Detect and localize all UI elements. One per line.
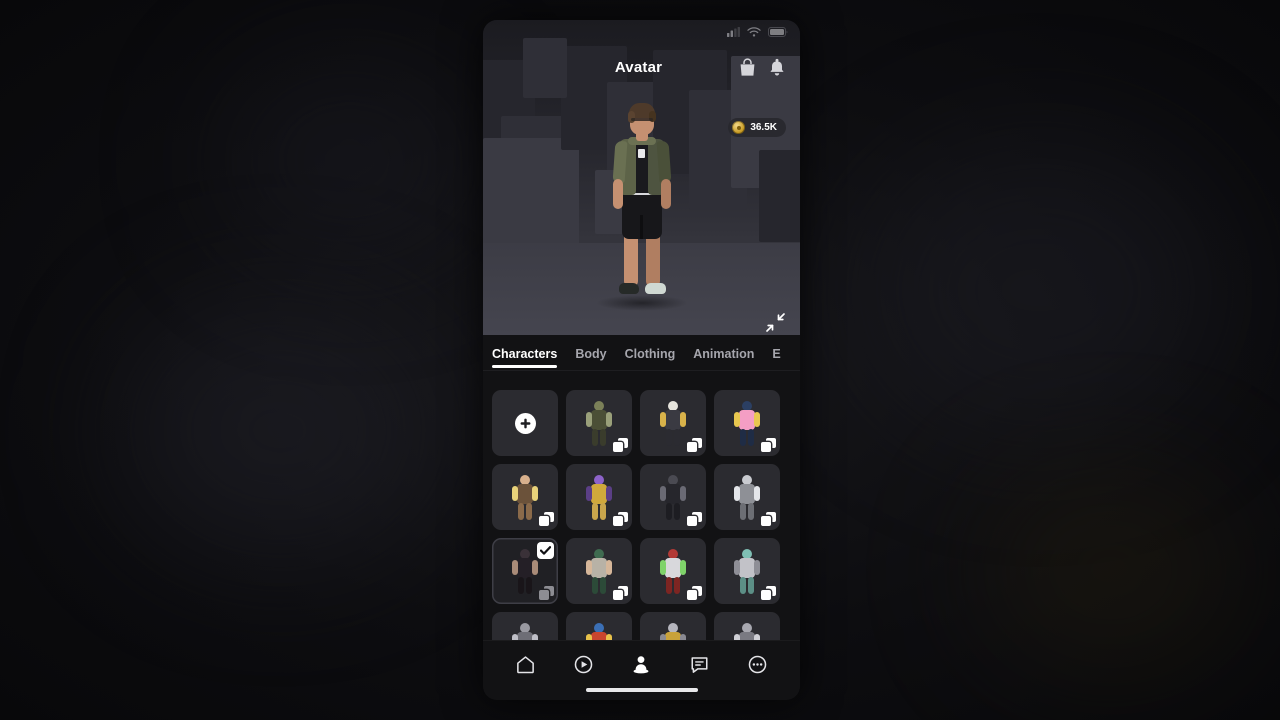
character-tile[interactable]: [566, 464, 632, 530]
page-title: Avatar: [614, 58, 663, 76]
tab-body[interactable]: Body: [575, 347, 606, 370]
home-icon: [517, 656, 535, 674]
notifications-button[interactable]: [768, 57, 786, 77]
character-tile[interactable]: [640, 538, 706, 604]
tab-characters[interactable]: Characters: [492, 347, 558, 370]
duplicate-icon[interactable]: [613, 512, 628, 526]
backdrop-glow: [980, 470, 1240, 670]
character-grid: [483, 372, 800, 655]
play-circle-icon: [574, 655, 593, 674]
backdrop-glow: [860, 140, 1220, 440]
backdrop-glow: [120, 300, 440, 560]
character-tile[interactable]: [714, 464, 780, 530]
add-character-button[interactable]: [492, 390, 558, 456]
chat-message-icon: [691, 657, 708, 673]
category-tabs: Characters Body Clothing Animation E: [483, 335, 800, 371]
duplicate-icon[interactable]: [687, 512, 702, 526]
character-tile[interactable]: [566, 538, 632, 604]
character-tile[interactable]: [566, 390, 632, 456]
currency-amount: 36.5K: [750, 122, 777, 133]
duplicate-icon[interactable]: [687, 438, 702, 452]
duplicate-icon[interactable]: [687, 586, 702, 600]
currency-badge[interactable]: 36.5K: [728, 118, 786, 137]
nav-more[interactable]: [742, 650, 772, 680]
duplicate-icon[interactable]: [613, 438, 628, 452]
character-tile[interactable]: [492, 464, 558, 530]
character-tile[interactable]: [640, 464, 706, 530]
collapse-fullscreen-button[interactable]: [762, 309, 788, 335]
character-tile[interactable]: [714, 390, 780, 456]
tab-emotes[interactable]: E: [772, 347, 780, 370]
bell-icon: [770, 58, 784, 75]
phone-screen: Avatar 36.5K Characters Body Clothing An…: [483, 20, 800, 700]
duplicate-icon[interactable]: [761, 512, 776, 526]
shop-button[interactable]: [738, 57, 756, 77]
character-tile[interactable]: [492, 538, 558, 604]
screenshot-stage: Avatar 36.5K Characters Body Clothing An…: [0, 0, 1280, 720]
nav-play[interactable]: [569, 650, 599, 680]
nav-chat[interactable]: [684, 650, 714, 680]
wifi-icon: [747, 27, 761, 37]
plus-icon: [514, 412, 536, 434]
checkmark-icon[interactable]: [537, 542, 554, 559]
tab-clothing[interactable]: Clothing: [625, 347, 676, 370]
backdrop-glow: [220, 60, 480, 260]
tab-animation[interactable]: Animation: [693, 347, 754, 370]
duplicate-icon[interactable]: [539, 512, 554, 526]
status-bar: [483, 20, 800, 44]
shopping-bag-icon: [740, 57, 754, 76]
battery-icon: [768, 27, 788, 37]
collapse-fullscreen-icon: [766, 313, 785, 332]
duplicate-icon[interactable]: [539, 586, 554, 600]
nav-avatar[interactable]: [626, 650, 656, 680]
home-indicator: [585, 688, 698, 692]
nav-home[interactable]: [511, 650, 541, 680]
header-bar: Avatar: [483, 44, 800, 90]
scene-block: [759, 150, 800, 242]
coin-icon: [732, 121, 746, 134]
duplicate-icon[interactable]: [761, 586, 776, 600]
avatar-figure[interactable]: [606, 97, 678, 317]
character-tile[interactable]: [640, 390, 706, 456]
character-grid-scroll[interactable]: [483, 372, 800, 655]
duplicate-icon[interactable]: [613, 586, 628, 600]
cellular-signal-icon: [727, 27, 740, 37]
avatar-person-icon: [634, 655, 649, 673]
more-dots-icon: [748, 655, 766, 674]
character-tile[interactable]: [714, 538, 780, 604]
duplicate-icon[interactable]: [761, 438, 776, 452]
header-actions: [738, 57, 800, 77]
